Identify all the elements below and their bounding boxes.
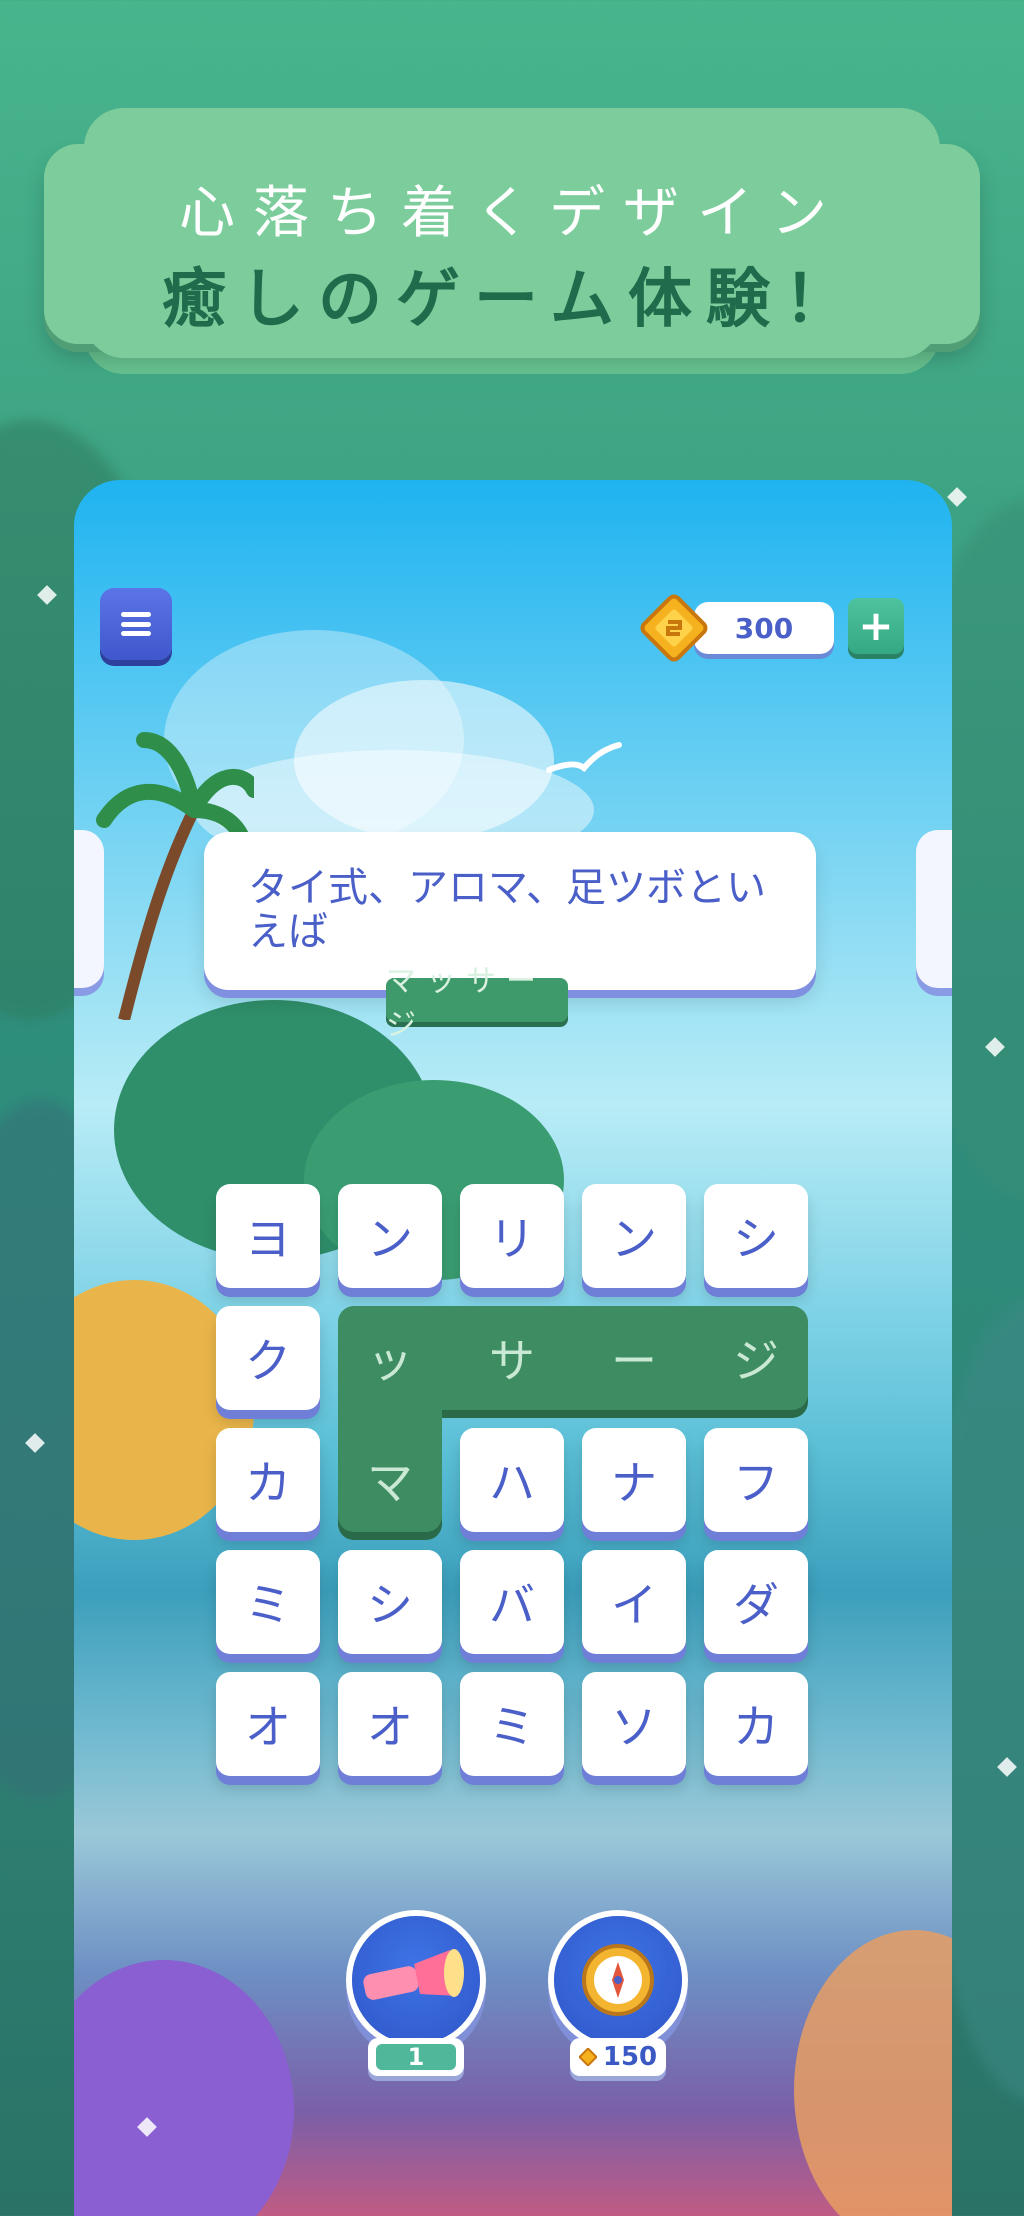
seagull-icon [546,742,622,773]
found-letter: マ [367,1456,413,1510]
letter-tile[interactable]: ク [216,1306,320,1410]
letter-tile[interactable]: ナ [582,1428,686,1532]
hamburger-icon [121,612,151,636]
compass-cost: 150 [570,2038,666,2076]
found-letter: ジ [733,1334,779,1388]
game-screen: 300 + タイ式、アロマ、足ツボといえば マッサージ ヨ ン リ ン シ ク … [74,480,952,2216]
letter-tile[interactable]: ヨ [216,1184,320,1288]
letter-tile[interactable]: イ [582,1550,686,1654]
coin-panel: 300 + [634,588,934,668]
flashlight-booster-button[interactable]: 1 [346,1916,486,2076]
letter-tile[interactable]: ソ [582,1672,686,1776]
found-letter: ッ [367,1334,413,1388]
previous-clue-card[interactable] [74,830,104,988]
clue-answer-badge: マッサージ [386,964,568,1043]
letter-tile[interactable]: オ [216,1672,320,1776]
letter-tile[interactable]: カ [704,1672,808,1776]
letter-tile[interactable]: バ [460,1550,564,1654]
compass-icon [582,1944,654,2016]
next-clue-card[interactable] [916,830,952,988]
flashlight-count: 1 [368,2038,464,2076]
coin-balance: 300 [694,602,834,654]
letter-tile[interactable]: オ [338,1672,442,1776]
compass-booster-button[interactable]: 150 [548,1916,688,2076]
banner-headline: 心落ち着くデザイン [179,181,845,246]
letter-tile[interactable]: シ [704,1184,808,1288]
letter-tile[interactable]: ン [582,1184,686,1288]
letter-tile[interactable]: シ [338,1550,442,1654]
letter-tile[interactable]: リ [460,1184,564,1288]
plus-icon: + [858,601,894,650]
banner-subheadline: 癒しのゲーム体験！ [161,263,863,337]
flashlight-count-value: 1 [376,2043,456,2071]
menu-button[interactable] [100,588,172,660]
compass-cost-value: 150 [602,2042,658,2072]
letter-tile[interactable]: ン [338,1184,442,1288]
letter-tile[interactable]: フ [704,1428,808,1532]
clue-text: タイ式、アロマ、足ツボといえば [248,865,766,955]
flashlight-icon [363,1949,464,2000]
found-letter: ー [611,1334,657,1388]
letter-grid: ヨ ン リ ン シ ク ッ サ ー ジ マ カ ハ ナ フ ミ シ バ イ ダ … [216,1184,816,1794]
letter-tile[interactable]: ダ [704,1550,808,1654]
gem-coin-icon [640,594,708,662]
gem-coin-icon [578,2048,597,2066]
add-coins-button[interactable]: + [848,598,904,654]
letter-tile[interactable]: ハ [460,1428,564,1532]
letter-tile[interactable]: ミ [216,1550,320,1654]
promo-banner: 心落ち着くデザイン 癒しのゲーム体験！ [44,108,980,374]
letter-tile[interactable]: カ [216,1428,320,1532]
letter-tile[interactable]: ミ [460,1672,564,1776]
found-letter: サ [489,1334,535,1388]
